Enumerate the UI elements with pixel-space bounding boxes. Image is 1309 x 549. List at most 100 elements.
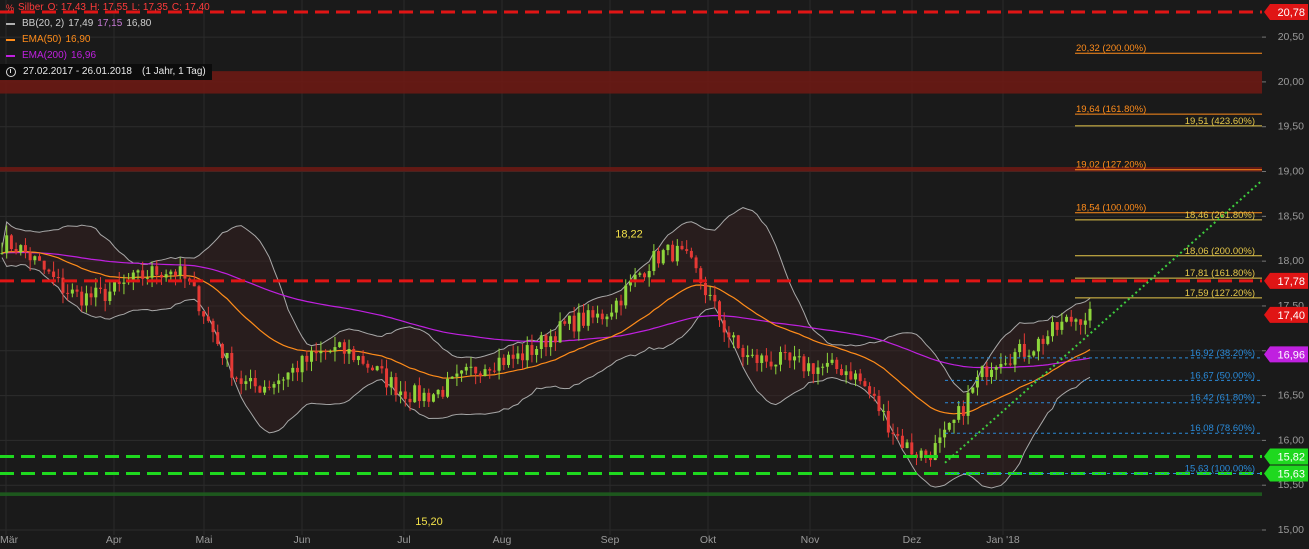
candle-body	[469, 366, 473, 368]
candle-body	[277, 380, 281, 385]
candle-body	[413, 385, 417, 403]
candle-body	[70, 289, 74, 294]
legend-ema50-value: 16,90	[65, 34, 91, 45]
candle-body	[788, 352, 792, 361]
candle-body	[366, 363, 370, 368]
candle-body	[244, 381, 248, 384]
candle-body	[164, 274, 168, 278]
candle-body	[1032, 351, 1036, 356]
x-tick-label: Mai	[196, 534, 213, 546]
candle-body	[1036, 338, 1040, 352]
legend-ema50: EMA(50) 16,90	[0, 32, 212, 48]
candle-body	[563, 321, 567, 324]
candle-body	[174, 271, 178, 276]
candle-body	[999, 363, 1003, 368]
candle-body	[811, 363, 815, 374]
candle-body	[830, 359, 834, 363]
candle-body	[966, 392, 970, 416]
candle-body	[600, 313, 604, 320]
candle-body	[380, 366, 384, 369]
candle-body	[94, 287, 98, 298]
candle-body	[431, 394, 435, 402]
price-tag-label: 17,40	[1277, 310, 1305, 322]
candle-body	[596, 313, 600, 318]
candle-body	[666, 244, 670, 251]
candle-body	[422, 392, 426, 402]
candle-body	[1069, 316, 1073, 322]
candle-body	[764, 355, 768, 362]
candle-body	[352, 348, 356, 361]
candle-body	[544, 335, 548, 348]
candle-body	[300, 355, 304, 373]
candle-body	[295, 367, 299, 373]
legend-period-range: 27.02.2017 - 26.01.2018	[23, 66, 132, 77]
candle-body	[211, 320, 215, 333]
candle-body	[399, 391, 403, 396]
candle-body	[924, 450, 928, 455]
fib-level-label: 16,67 (50.00%)	[1190, 370, 1255, 381]
candle-body	[605, 316, 609, 320]
candle-body	[638, 273, 642, 275]
x-tick-label: Mär	[0, 534, 19, 546]
candle-body	[535, 348, 539, 355]
annotation-high-label: 18,22	[615, 228, 643, 240]
candle-body	[98, 287, 102, 289]
candle-body	[370, 367, 374, 371]
candle-body	[84, 293, 88, 306]
candle-body	[1022, 343, 1026, 357]
candle-body	[905, 442, 909, 449]
x-tick-label: Aug	[493, 534, 512, 546]
candle-body	[253, 377, 257, 387]
candle-body	[108, 291, 112, 301]
fib-level-label: 18,06 (200.00%)	[1185, 246, 1255, 257]
candle-body	[333, 347, 337, 352]
candle-body	[624, 285, 628, 306]
candle-body	[286, 372, 290, 380]
bb-swatch	[6, 23, 15, 25]
candle-body	[202, 311, 206, 317]
fib-level-label: 15,63 (100.00%)	[1185, 464, 1255, 475]
candle-body	[1083, 320, 1087, 325]
price-chart[interactable]: 20,32 (200.00%) 19,64 (161.80%) 19,51 (423…	[0, 0, 1309, 549]
candle-body	[1008, 363, 1012, 365]
candle-body	[975, 377, 979, 388]
x-tick-label: Jun	[294, 534, 311, 546]
legend-period-note: (1 Jahr, 1 Tag)	[141, 66, 206, 77]
fib-level-label: 19,64 (161.80%)	[1076, 104, 1146, 115]
candle-body	[835, 359, 839, 370]
candle-body	[746, 355, 750, 358]
fib-level-label: 19,02 (127.20%)	[1076, 160, 1146, 171]
price-tag-label: 17,78	[1277, 276, 1305, 288]
candle-body	[807, 363, 811, 372]
legend-low: L: 17,35	[131, 2, 168, 13]
candle-body	[891, 432, 895, 435]
candle-body	[169, 271, 173, 275]
candle-body	[868, 386, 872, 394]
candle-body	[821, 366, 825, 368]
candle-body	[614, 300, 618, 313]
legend-bb-lower: 16,80	[126, 18, 152, 29]
candle-body	[249, 377, 253, 382]
candle-body	[385, 368, 389, 388]
candle-body	[985, 366, 989, 377]
candle-body	[347, 348, 351, 354]
candle-body	[450, 376, 454, 379]
candle-body	[122, 282, 126, 284]
y-tick-label: 18,50	[1278, 210, 1304, 222]
candle-body	[230, 352, 234, 378]
candle-body	[403, 391, 407, 399]
candle-body	[89, 293, 93, 298]
candle-body	[1074, 319, 1078, 322]
candle-body	[516, 353, 520, 359]
candle-body	[1065, 316, 1069, 322]
candle-body	[849, 371, 853, 380]
candle-body	[28, 252, 32, 261]
ema50-swatch	[6, 39, 15, 41]
candle-body	[1055, 322, 1059, 330]
candle-body	[9, 235, 13, 250]
candle-body	[310, 351, 314, 362]
candle-body	[220, 343, 224, 359]
candle-body	[38, 256, 42, 261]
candle-body	[990, 369, 994, 377]
candle-body	[816, 367, 820, 374]
